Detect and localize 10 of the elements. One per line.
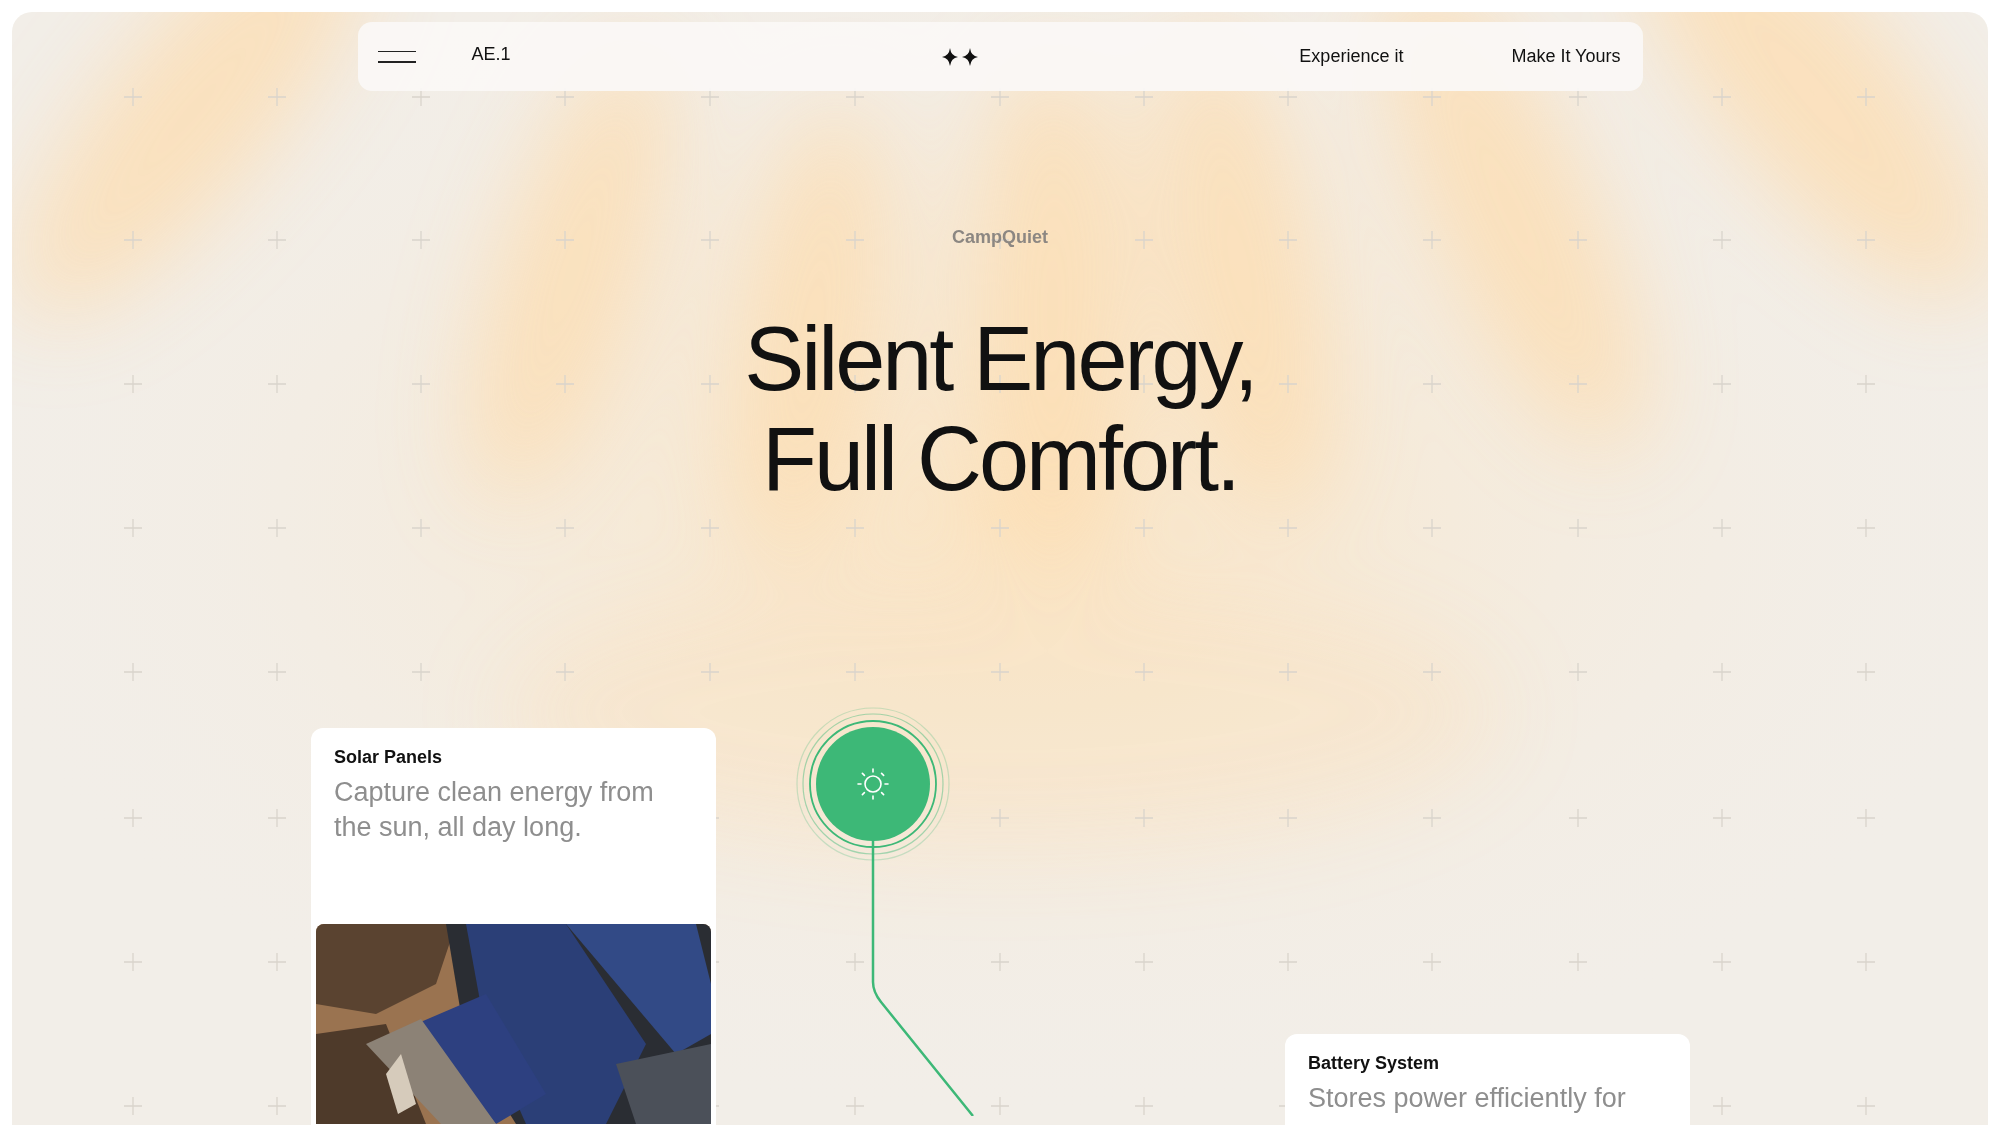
card-description: Capture clean energy from the sun, all day long. xyxy=(334,776,655,844)
card-title: Solar Panels xyxy=(334,746,444,769)
brand-logo[interactable]: AE.1 xyxy=(471,41,511,68)
menu-icon[interactable] xyxy=(377,50,416,63)
hero-headline: Silent Energy, Full Comfort. xyxy=(744,309,1256,509)
card-title: Battery System xyxy=(1308,1052,1441,1075)
card-description: Stores power efficiently for xyxy=(1308,1082,1627,1115)
nav-link[interactable]: Experience it xyxy=(1299,43,1404,70)
nav-link[interactable]: Make It Yours xyxy=(1511,43,1621,70)
eyebrow-text: CampQuiet xyxy=(952,226,1048,249)
